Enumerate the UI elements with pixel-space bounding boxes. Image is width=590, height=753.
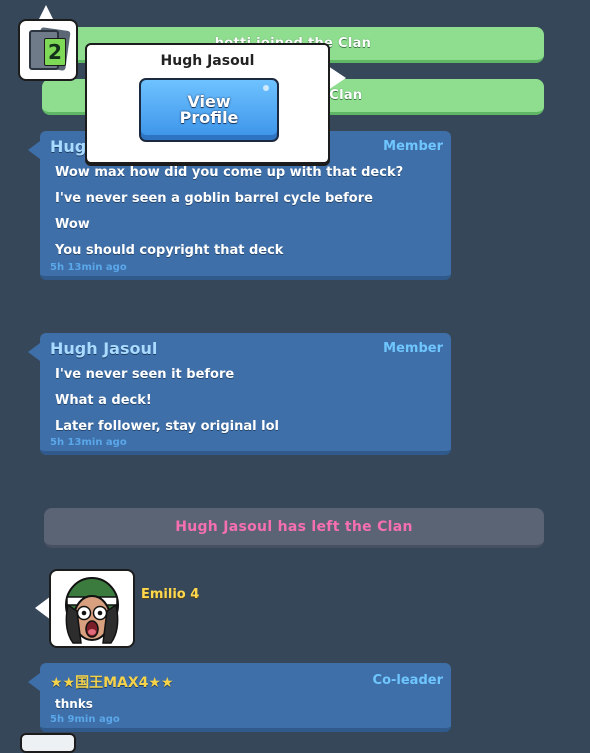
sender-name[interactable]: ★★国王MAX4★★: [50, 672, 174, 692]
message-line: What a deck!: [55, 393, 152, 408]
avatar-username[interactable]: Emilio 4: [141, 587, 199, 602]
message-timestamp: 5h 13min ago: [50, 437, 127, 448]
card-count-badge[interactable]: 2: [18, 19, 78, 81]
card-count: 2: [44, 38, 66, 66]
popup-tail: [328, 66, 346, 90]
button-label-line2: Profile: [179, 108, 239, 127]
message-timestamp: 5h 9min ago: [50, 714, 120, 725]
chat-message-card[interactable]: ★★国王MAX4★★ Co-leader thnks 5h 9min ago: [28, 663, 451, 732]
message-line: thnks: [55, 697, 93, 711]
speech-tail: [28, 343, 40, 361]
popup-title: Hugh Jasoul: [160, 53, 255, 69]
partial-avatar-box: [20, 733, 76, 753]
message-line: You should copyright that deck: [55, 243, 284, 258]
message-timestamp: 5h 13min ago: [50, 262, 127, 273]
view-profile-button[interactable]: View Profile: [139, 78, 279, 142]
sender-role: Member: [383, 139, 443, 154]
chat-message-card[interactable]: Hugh Jasoul Member I've never seen it be…: [28, 333, 451, 455]
card-icon: 2: [29, 30, 66, 70]
button-highlight: [263, 85, 269, 91]
message-line: Wow: [55, 217, 90, 232]
system-banner-left: Hugh Jasoul has left the Clan: [44, 508, 544, 548]
message-line: I've never seen a goblin barrel cycle be…: [55, 191, 373, 206]
emote-icon: [65, 577, 119, 644]
sender-role: Co-leader: [372, 673, 443, 688]
system-banner-text: Hugh Jasoul has left the Clan: [175, 519, 413, 535]
sender-role: Member: [383, 341, 443, 356]
speech-tail: [28, 141, 40, 159]
speech-tail: [28, 673, 40, 691]
message-line: I've never seen it before: [55, 367, 235, 382]
message-line: Wow max how did you come up with that de…: [55, 165, 404, 180]
avatar[interactable]: [49, 569, 135, 648]
message-line: Later follower, stay original lol: [55, 419, 279, 434]
sender-name[interactable]: Hugh Jasoul: [50, 339, 157, 358]
profile-popup: Hugh Jasoul View Profile: [85, 43, 330, 164]
